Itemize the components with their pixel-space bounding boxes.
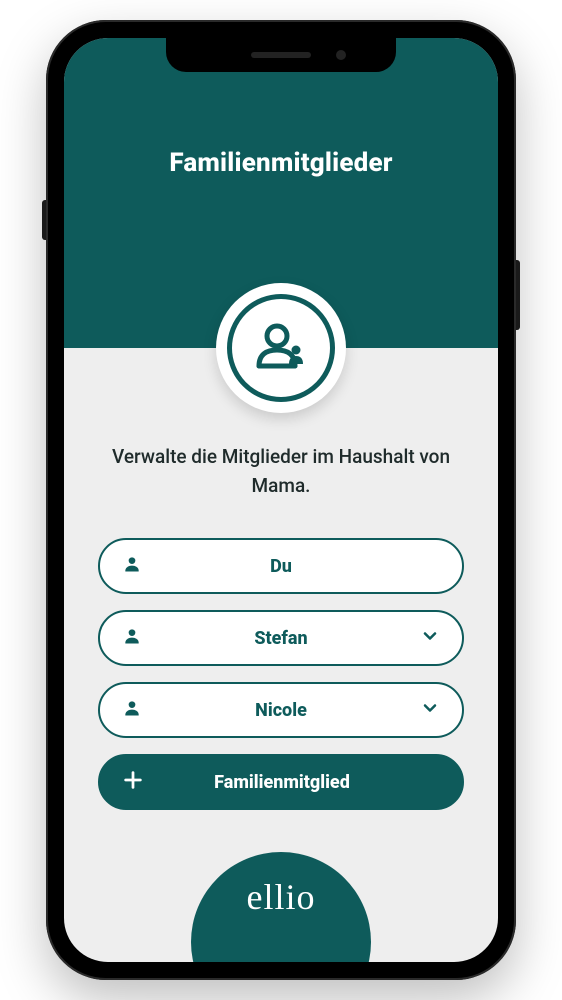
content-area: Verwalte die Mitglieder im Haushalt von … bbox=[64, 348, 498, 810]
member-row-stefan[interactable]: Stefan bbox=[98, 610, 464, 666]
brand-logo: ellio bbox=[247, 876, 316, 918]
person-icon bbox=[122, 698, 142, 722]
person-icon bbox=[122, 626, 142, 650]
page-description: Verwalte die Mitglieder im Haushalt von … bbox=[98, 443, 464, 500]
front-camera bbox=[336, 50, 346, 60]
member-label: Stefan bbox=[142, 628, 420, 649]
add-member-label: Familienmitglied bbox=[144, 772, 420, 793]
brand-footer: ellio bbox=[191, 852, 371, 962]
member-row-nicole[interactable]: Nicole bbox=[98, 682, 464, 738]
chevron-down-icon bbox=[420, 698, 440, 722]
member-label: Nicole bbox=[142, 700, 420, 721]
speaker-grill bbox=[251, 52, 311, 58]
app-screen: Familienmitglieder Verwalte die Mitglied… bbox=[64, 38, 498, 962]
plus-icon bbox=[122, 769, 144, 795]
person-icon bbox=[122, 554, 142, 578]
family-group-icon bbox=[249, 316, 313, 380]
page-title: Familienmitglieder bbox=[169, 148, 392, 178]
hero-avatar-circle bbox=[216, 283, 346, 413]
phone-frame: Familienmitglieder Verwalte die Mitglied… bbox=[46, 20, 516, 980]
member-row-you[interactable]: Du bbox=[98, 538, 464, 594]
phone-notch bbox=[166, 38, 396, 72]
chevron-down-icon bbox=[420, 626, 440, 650]
hero-avatar-ring bbox=[227, 294, 335, 402]
add-member-button[interactable]: Familienmitglied bbox=[98, 754, 464, 810]
member-label: Du bbox=[142, 556, 420, 577]
